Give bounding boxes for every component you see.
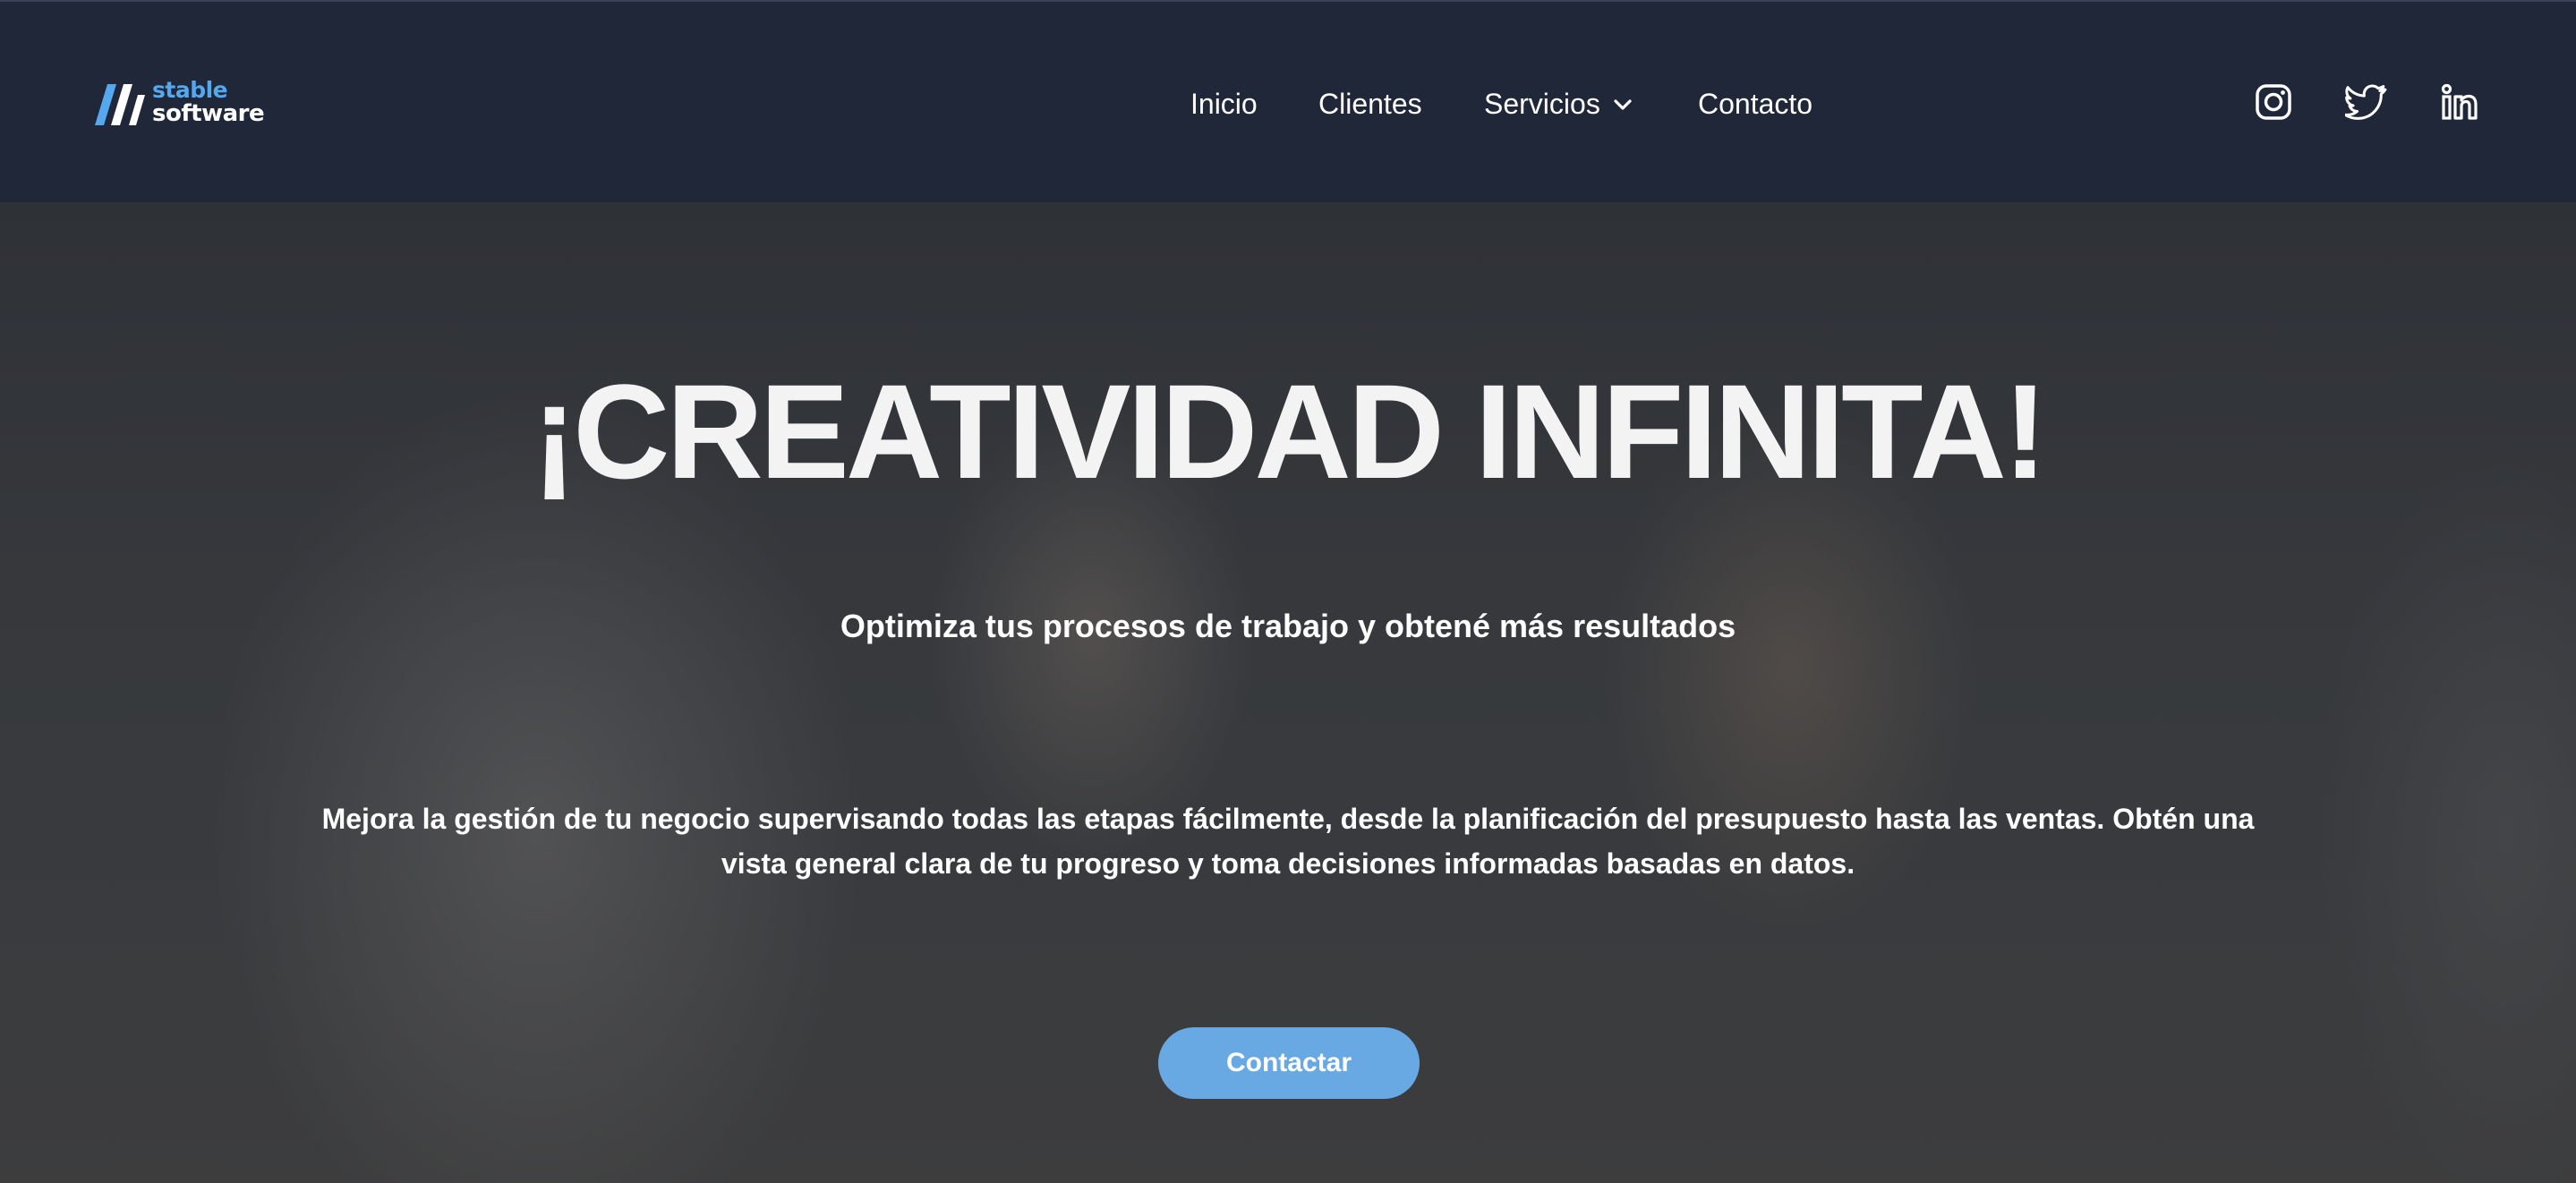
contactar-button[interactable]: Contactar [1158, 1027, 1420, 1099]
logo-text-software: software [152, 100, 265, 127]
logo-link[interactable]: stable software [93, 77, 265, 129]
nav-item-contacto[interactable]: Contacto [1698, 84, 1813, 123]
hero-title: ¡CREATIVIDAD INFINITA! [532, 356, 2048, 506]
instagram-icon[interactable] [2252, 81, 2295, 123]
nav-item-servicios[interactable]: Servicios [1484, 84, 1633, 123]
hero-description: Mejora la gestión de tu negocio supervis… [321, 803, 2255, 880]
chevron-down-icon [1614, 98, 1632, 110]
hero-section: ¡CREATIVIDAD INFINITA! Optimiza tus proc… [0, 202, 2576, 1183]
nav-item-clientes[interactable]: Clientes [1318, 84, 1422, 123]
nav-item-servicios-label: Servicios [1484, 88, 1600, 120]
nav-item-inicio[interactable]: Inicio [1190, 84, 1258, 123]
navbar: stable software Inicio Clientes Servicio… [0, 0, 2576, 202]
linkedin-icon[interactable] [2438, 81, 2481, 123]
twitter-icon[interactable] [2343, 81, 2388, 123]
hero-subtitle: Optimiza tus procesos de trabajo y obten… [840, 608, 1736, 644]
logo-text-stable: stable [152, 77, 228, 103]
logo-mark-icon [95, 84, 145, 125]
